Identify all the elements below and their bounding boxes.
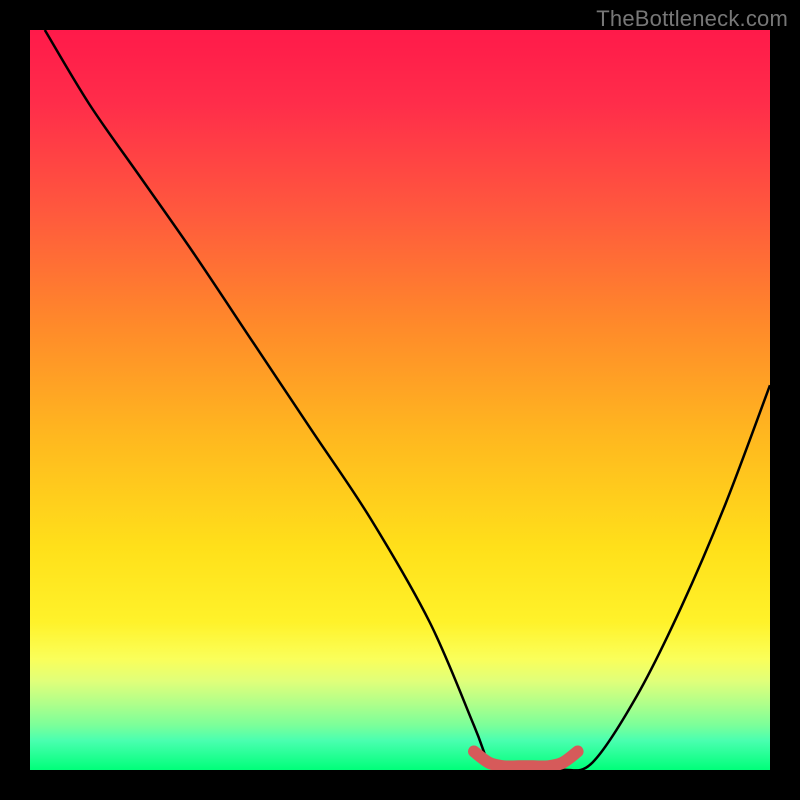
chart-container: TheBottleneck.com: [0, 0, 800, 800]
bottleneck-curve: [45, 30, 770, 770]
plot-area: [30, 30, 770, 770]
watermark-text: TheBottleneck.com: [596, 6, 788, 32]
optimal-marker: [474, 752, 578, 767]
curve-layer: [30, 30, 770, 770]
